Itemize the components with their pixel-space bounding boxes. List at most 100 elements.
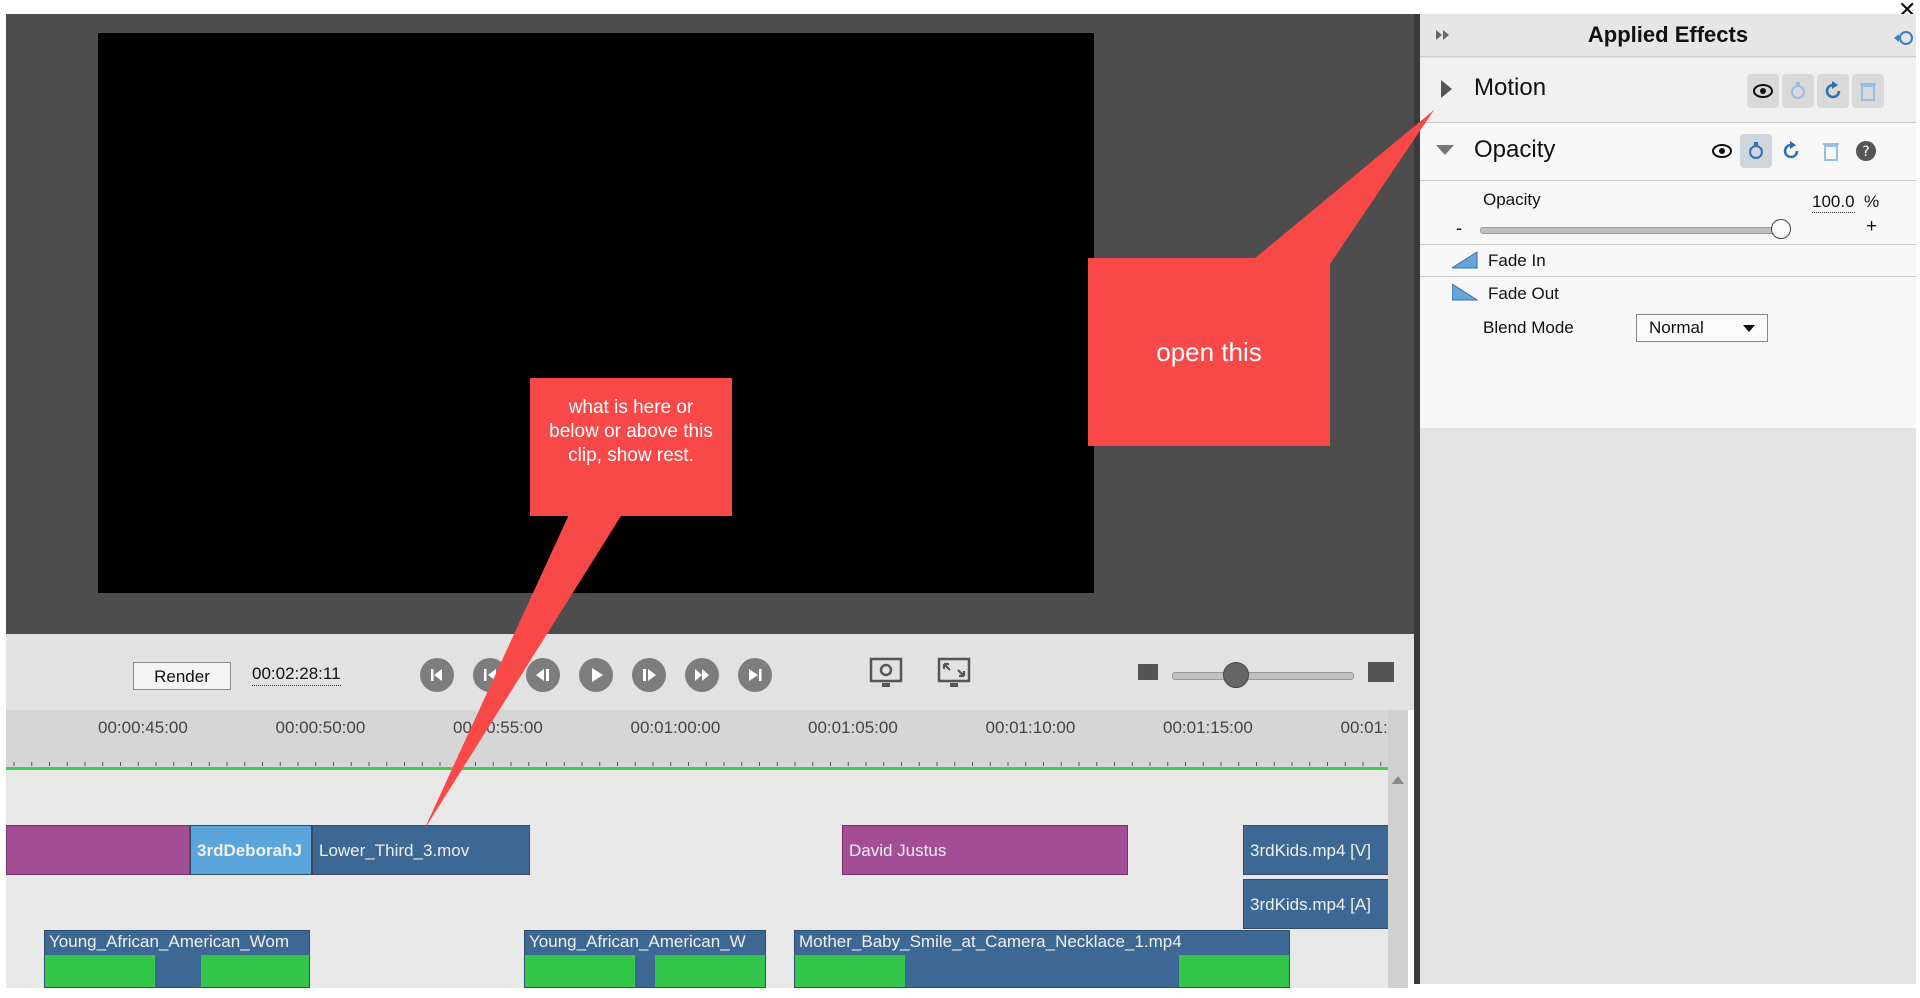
render-settings-icon bbox=[869, 657, 903, 687]
timeline-clip[interactable]: 3rdKids.mp4 [A] bbox=[1243, 879, 1394, 929]
render-settings-button[interactable] bbox=[868, 656, 904, 690]
timeline-clip[interactable] bbox=[6, 825, 190, 875]
fullscreen-icon bbox=[937, 657, 971, 687]
opacity-slider[interactable] bbox=[1480, 227, 1782, 234]
step-forward-icon bbox=[695, 669, 709, 681]
clip-label: Young_African_American_Wom bbox=[49, 932, 290, 951]
zoom-slider-handle[interactable] bbox=[1223, 662, 1249, 688]
play-button[interactable] bbox=[579, 658, 613, 692]
visibility-icon bbox=[1753, 84, 1773, 98]
ruler-time-label: 00:00:45:00 bbox=[98, 718, 188, 737]
go-to-start-button[interactable] bbox=[420, 658, 454, 692]
clip-label: Young_African_American_W bbox=[529, 932, 746, 951]
clip-thumbnail bbox=[45, 955, 155, 987]
stopwatch-icon bbox=[1894, 31, 1913, 45]
reset-icon bbox=[1783, 141, 1799, 159]
blend-mode-select[interactable]: Normal bbox=[1636, 314, 1768, 342]
delete-icon bbox=[1860, 83, 1876, 101]
clip-thumbnail bbox=[795, 955, 905, 987]
zoom-in-icon[interactable] bbox=[1368, 662, 1394, 682]
timeline-clip[interactable]: Mother_Baby_Smile_at_Camera_Necklace_1.m… bbox=[794, 930, 1290, 988]
timeline-track-video-1[interactable]: 3rdDeborahJ Lower_Third_3.mov David Just… bbox=[6, 823, 1394, 878]
ruler-time-label: 00:00:50:00 bbox=[275, 718, 366, 737]
keyframe-icon bbox=[1749, 142, 1763, 159]
reset-button[interactable] bbox=[1817, 74, 1849, 108]
time-ruler[interactable]: 00:00:45:00 00:00:50:00 00:00:55:00 00:01:0… bbox=[6, 710, 1394, 770]
visibility-toggle-button[interactable] bbox=[1747, 74, 1779, 108]
transport-bar: Render 00:02:28:11 bbox=[6, 634, 1414, 710]
timecode-display[interactable]: 00:02:28:11 bbox=[252, 663, 341, 686]
panel-header: Applied Effects bbox=[1420, 14, 1916, 57]
fade-in-icon bbox=[1452, 251, 1478, 269]
frame-forward-icon bbox=[643, 669, 656, 681]
keyframe-toggle-button[interactable] bbox=[1782, 74, 1814, 108]
clip-thumbnail bbox=[201, 955, 309, 987]
effect-title: Opacity bbox=[1474, 136, 1556, 163]
fade-out-icon bbox=[1452, 283, 1478, 301]
keyframe-panel-icon[interactable] bbox=[1894, 26, 1914, 46]
frame-back-button[interactable] bbox=[526, 658, 560, 692]
visibility-toggle-button[interactable] bbox=[1706, 134, 1738, 168]
delete-effect-button[interactable] bbox=[1815, 134, 1847, 168]
zoom-slider[interactable] bbox=[1172, 672, 1354, 680]
reset-button[interactable] bbox=[1775, 134, 1807, 168]
slider-plus[interactable]: + bbox=[1866, 216, 1877, 238]
opacity-param-label: Opacity bbox=[1483, 190, 1541, 209]
keyframe-icon bbox=[1791, 82, 1805, 99]
delete-icon bbox=[1823, 143, 1839, 161]
ruler-time-label: 00:01:05:00 bbox=[808, 718, 898, 737]
timeline-clip[interactable]: 3rdDeborahJ bbox=[190, 825, 312, 875]
timeline-clip[interactable]: David Justus bbox=[842, 825, 1128, 875]
ruler-ticks bbox=[13, 762, 1382, 766]
annotation-callout: what is here or below or above this clip… bbox=[530, 378, 732, 516]
effect-opacity[interactable]: Opacity ? bbox=[1420, 122, 1916, 181]
slider-minus[interactable]: - bbox=[1456, 218, 1462, 239]
disclosure-expanded-icon[interactable] bbox=[1434, 142, 1456, 158]
ruler-time-label: 00:01:15:00 bbox=[1163, 718, 1253, 737]
frame-forward-button[interactable] bbox=[632, 658, 666, 692]
effects-list: Motion Opacity ? Opacity 100.0 % - + Fad… bbox=[1420, 58, 1916, 428]
go-to-end-button[interactable] bbox=[738, 658, 772, 692]
delete-effect-button[interactable] bbox=[1852, 74, 1884, 108]
ruler-time-label: 00:01: bbox=[1340, 718, 1388, 737]
timeline-scrollbar[interactable] bbox=[1388, 710, 1408, 988]
timeline-clip[interactable]: 3rdKids.mp4 [V] bbox=[1243, 825, 1394, 875]
keyframe-toggle-button[interactable] bbox=[1740, 134, 1772, 168]
timeline-track-audio-1[interactable]: 3rdKids.mp4 [A] bbox=[6, 877, 1394, 931]
timeline-clip[interactable]: Lower_Third_3.mov bbox=[312, 825, 530, 875]
blend-mode-label: Blend Mode bbox=[1483, 318, 1574, 337]
fullscreen-button[interactable] bbox=[936, 656, 972, 690]
opacity-slider-handle[interactable] bbox=[1771, 219, 1791, 239]
scroll-up-icon[interactable] bbox=[1388, 770, 1408, 790]
opacity-value[interactable]: 100.0 bbox=[1812, 192, 1855, 213]
help-icon: ? bbox=[1856, 141, 1876, 161]
annotation-callout: open this bbox=[1088, 258, 1330, 446]
step-back-button[interactable] bbox=[473, 658, 507, 692]
panel-title: Applied Effects bbox=[1587, 22, 1749, 47]
timeline-clip[interactable]: Young_African_American_W bbox=[524, 930, 766, 988]
step-forward-button[interactable] bbox=[685, 658, 719, 692]
ruler-time-label: 00:00:55:00 bbox=[453, 718, 543, 737]
fade-out-button[interactable]: Fade Out bbox=[1488, 284, 1559, 304]
ruler-time-label: 00:01:10:00 bbox=[985, 718, 1076, 737]
fade-in-button[interactable]: Fade In bbox=[1488, 251, 1546, 271]
timeline: 00:00:45:00 00:00:50:00 00:00:55:00 00:01:0… bbox=[6, 710, 1394, 988]
help-button[interactable]: ? bbox=[1850, 134, 1882, 168]
visibility-icon bbox=[1712, 144, 1732, 158]
effect-title: Motion bbox=[1474, 74, 1547, 101]
frame-back-icon bbox=[536, 669, 549, 681]
divider bbox=[1420, 276, 1916, 277]
clip-label: Mother_Baby_Smile_at_Camera_Necklace_1.m… bbox=[799, 932, 1182, 951]
disclosure-collapsed-icon[interactable] bbox=[1438, 78, 1454, 100]
zoom-out-icon[interactable] bbox=[1138, 664, 1158, 680]
render-button[interactable]: Render bbox=[133, 662, 231, 690]
timeline-track-empty[interactable] bbox=[6, 770, 1394, 824]
svg-text:?: ? bbox=[1862, 144, 1869, 160]
clip-thumbnail bbox=[1179, 955, 1289, 987]
effect-motion[interactable]: Motion bbox=[1420, 58, 1916, 123]
opacity-unit: % bbox=[1864, 192, 1880, 211]
chevron-down-icon bbox=[1743, 325, 1755, 332]
timeline-clip[interactable]: Young_African_American_Wom bbox=[44, 930, 310, 988]
go-to-start-icon bbox=[431, 669, 442, 681]
step-back-icon bbox=[484, 669, 496, 681]
